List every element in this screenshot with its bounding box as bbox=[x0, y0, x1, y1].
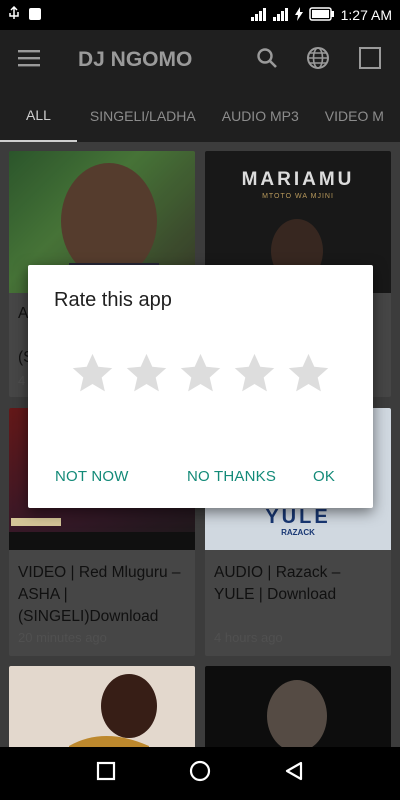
status-bar: 1:27 AM bbox=[0, 0, 400, 30]
ok-button[interactable]: OK bbox=[313, 468, 335, 485]
back-icon[interactable] bbox=[284, 761, 304, 786]
star-icon[interactable] bbox=[70, 351, 115, 396]
tab-video[interactable]: VIDEO M bbox=[312, 90, 397, 142]
signal-2-icon bbox=[272, 7, 289, 24]
battery-icon bbox=[308, 6, 335, 24]
not-now-button[interactable]: NOT NOW bbox=[55, 468, 129, 485]
star-icon[interactable] bbox=[286, 351, 331, 396]
menu-icon[interactable] bbox=[18, 49, 42, 72]
signal-icon bbox=[250, 7, 267, 24]
globe-icon[interactable] bbox=[306, 46, 330, 75]
star-icon[interactable] bbox=[178, 351, 223, 396]
rate-app-dialog: Rate this app NOT NOW NO THANKS OK bbox=[28, 265, 373, 508]
notification-square-icon bbox=[28, 7, 42, 24]
status-time: 1:27 AM bbox=[340, 7, 392, 23]
star-icon[interactable] bbox=[124, 351, 169, 396]
no-thanks-button[interactable]: NO THANKS bbox=[187, 468, 276, 485]
charging-icon bbox=[294, 6, 303, 24]
square-icon[interactable] bbox=[358, 46, 382, 75]
recent-apps-icon[interactable] bbox=[96, 761, 116, 786]
usb-icon bbox=[8, 5, 20, 25]
tab-all[interactable]: ALL bbox=[0, 90, 77, 142]
system-nav-bar bbox=[0, 747, 400, 800]
tab-bar: ALL SINGELI/LADHA AUDIO MP3 VIDEO M bbox=[0, 90, 400, 142]
tab-audio-mp3[interactable]: AUDIO MP3 bbox=[209, 90, 312, 142]
app-title: DJ NGOMO bbox=[78, 48, 193, 71]
app-bar: DJ NGOMO bbox=[0, 30, 400, 90]
tab-singeli-ladha[interactable]: SINGELI/LADHA bbox=[77, 90, 209, 142]
star-rating bbox=[70, 351, 331, 396]
dialog-title: Rate this app bbox=[54, 289, 172, 311]
home-icon[interactable] bbox=[189, 760, 211, 787]
search-icon[interactable] bbox=[256, 47, 278, 74]
star-icon[interactable] bbox=[232, 351, 277, 396]
